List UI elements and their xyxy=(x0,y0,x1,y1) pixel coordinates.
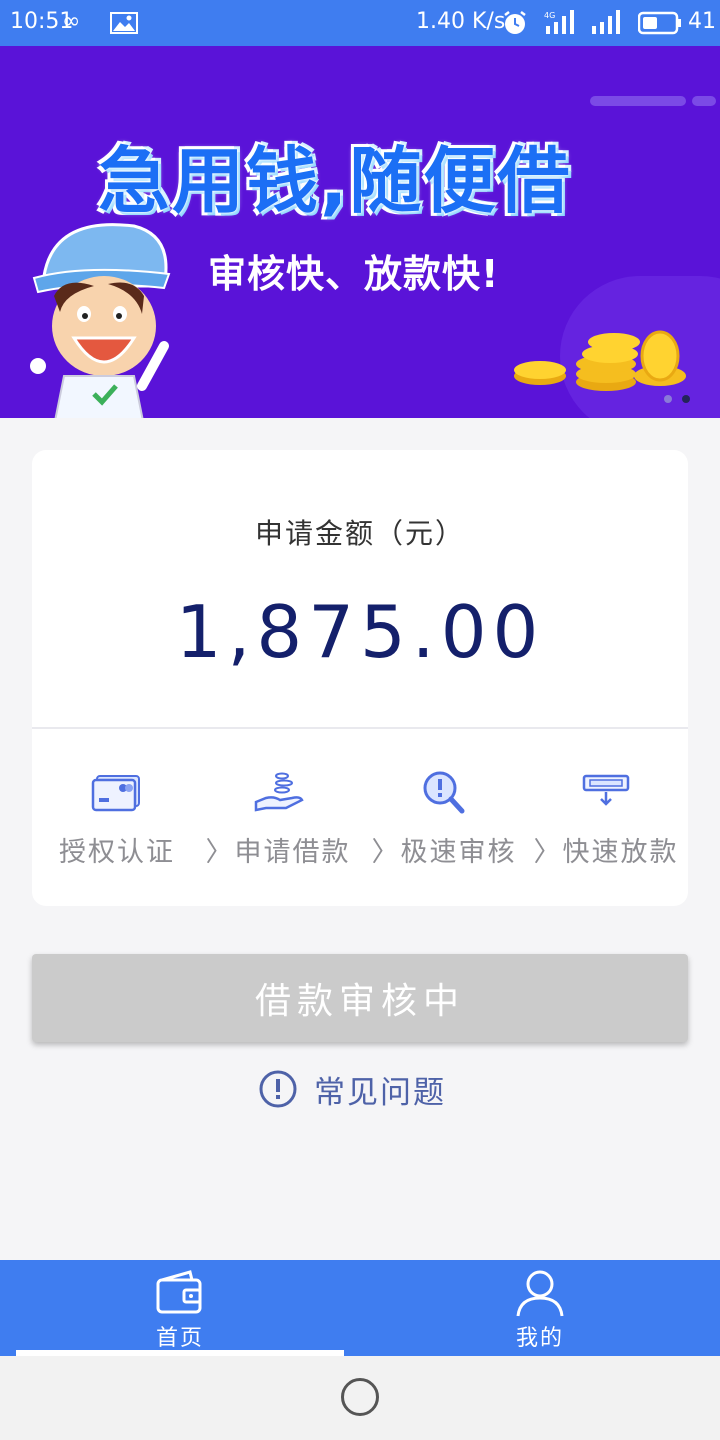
alarm-icon xyxy=(504,11,526,34)
tab-label: 我的 xyxy=(515,1326,564,1351)
tab-profile[interactable]: 我的 xyxy=(376,1260,704,1356)
faq-label: 常见问题 xyxy=(314,1074,446,1111)
infinity-icon: ∞ xyxy=(62,9,81,34)
pagination-dot[interactable] xyxy=(664,395,672,403)
loan-amount-card: 申请金额（元） 1,875.00 授权认证 〉申请借款 〉极速审核 〉快速放款 xyxy=(32,450,688,906)
banner-deco-bar xyxy=(590,96,686,106)
step-label: 〉快速放款 xyxy=(533,837,679,868)
pagination-dot-active[interactable] xyxy=(682,395,690,403)
home-circle-icon[interactable] xyxy=(341,1378,379,1416)
step-label: 授权认证 xyxy=(59,837,175,868)
cash-download-icon xyxy=(582,774,630,806)
svg-text:4G: 4G xyxy=(544,11,555,20)
status-bar: 10:51 ∞ 1.40 K/s 4G 41 xyxy=(0,0,720,46)
tab-home[interactable]: 首页 xyxy=(16,1260,344,1356)
promo-banner[interactable]: 急用钱,随便借 审核快、放款快! xyxy=(0,46,720,418)
wallet-icon xyxy=(156,1270,202,1314)
image-icon xyxy=(110,12,138,34)
banner-subtitle: 审核快、放款快! xyxy=(208,252,500,296)
network-speed: 1.40 K/s xyxy=(416,9,506,34)
amount-value: 1,875.00 xyxy=(175,590,545,674)
cartoon-mascot-icon xyxy=(30,223,171,418)
loan-review-button[interactable]: 借款审核中 xyxy=(32,954,688,1042)
hand-coins-icon xyxy=(254,772,304,812)
gold-coins-icon xyxy=(514,330,686,391)
step-disburse: 〉快速放款 xyxy=(524,770,688,870)
bottom-tab-bar: 首页 我的 xyxy=(0,1260,720,1356)
step-apply: 〉申请借款 xyxy=(192,770,364,870)
amount-label: 申请金额（元） xyxy=(254,517,465,550)
banner-title: 急用钱,随便借 xyxy=(98,139,572,223)
step-label: 〉极速审核 xyxy=(371,837,517,868)
magnifier-alert-icon xyxy=(423,771,465,814)
step-review: 〉极速审核 xyxy=(358,770,530,870)
user-icon xyxy=(516,1270,564,1317)
signal-icon xyxy=(592,10,620,34)
step-authorize: 授权认证 xyxy=(42,770,192,870)
credit-card-icon xyxy=(91,775,140,812)
banner-deco-bar xyxy=(692,96,716,106)
system-navigation-bar xyxy=(0,1356,720,1440)
banner-pagination xyxy=(664,388,704,403)
signal-4g-icon: 4G xyxy=(544,10,574,34)
card-divider xyxy=(32,727,688,729)
tab-label: 首页 xyxy=(155,1326,204,1351)
info-circle-icon xyxy=(259,1070,297,1108)
faq-link[interactable]: 常见问题 xyxy=(258,1066,478,1112)
battery-icon xyxy=(638,11,681,35)
battery-level: 41 xyxy=(688,9,716,34)
step-label: 〉申请借款 xyxy=(205,837,351,868)
